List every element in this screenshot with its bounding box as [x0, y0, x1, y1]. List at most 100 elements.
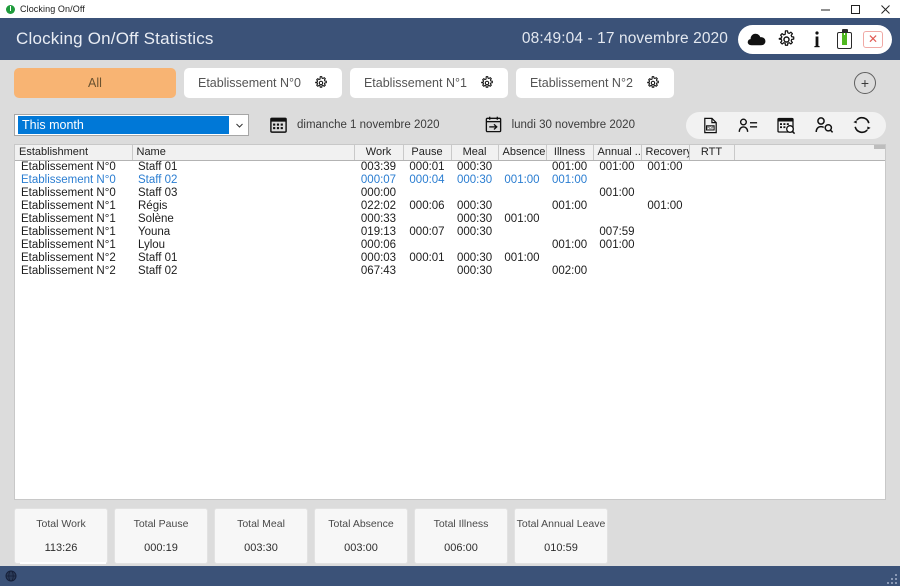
tab-all[interactable]: All: [14, 68, 176, 98]
info-icon[interactable]: [807, 30, 826, 49]
cell-meal: 000:30: [451, 174, 498, 187]
filter-toolbar: This month dimanche 1 novembre 2020: [0, 106, 900, 144]
total-label: Total Absence: [328, 518, 393, 530]
table-row[interactable]: Etablissement N°1Régis022:02000:06000:30…: [15, 200, 885, 213]
minimize-button[interactable]: [810, 0, 840, 18]
status-bar: [0, 566, 900, 586]
total-label: Total Meal: [237, 518, 285, 530]
calendar-search-icon[interactable]: [776, 115, 796, 135]
export-pdf-icon[interactable]: PDF: [700, 115, 720, 135]
gear-icon[interactable]: [777, 30, 796, 49]
cell-recovery: 001:00: [641, 200, 689, 213]
total-card-pause[interactable]: Total Pause 000:19: [114, 508, 208, 564]
table-row[interactable]: Etablissement N°2Staff 02067:43000:30002…: [15, 265, 885, 278]
column-header-absence[interactable]: Absence: [498, 145, 546, 160]
column-header-annual[interactable]: Annual ...: [593, 145, 641, 160]
period-select-value: This month: [18, 116, 229, 134]
actions-toolbar: PDF: [686, 112, 886, 139]
table-row[interactable]: Etablissement N°0Staff 02000:07000:04000…: [15, 174, 885, 187]
tab-establishment-0[interactable]: Etablissement N°0: [184, 68, 342, 98]
total-label: Total Illness: [434, 518, 489, 530]
tab-label: Etablissement N°1: [364, 76, 467, 90]
total-card-work[interactable]: Total Work 113:26: [14, 508, 108, 564]
cloud-icon[interactable]: [747, 30, 766, 49]
table-empty-area: [15, 278, 885, 500]
close-icon[interactable]: ✕: [863, 31, 883, 48]
gear-icon[interactable]: [480, 76, 494, 90]
total-card-absence[interactable]: Total Absence 003:00: [314, 508, 408, 564]
cell-pause: [403, 265, 451, 278]
cell-absence: [498, 160, 546, 174]
date-from-field[interactable]: dimanche 1 novembre 2020: [269, 115, 440, 135]
total-card-annual-leave[interactable]: Total Annual Leave 010:59: [514, 508, 608, 564]
table-row[interactable]: Etablissement N°0Staff 01003:39000:01000…: [15, 160, 885, 174]
cell-work: 000:03: [354, 252, 403, 265]
column-header-recovery[interactable]: Recovery: [641, 145, 689, 160]
tab-establishment-2[interactable]: Etablissement N°2: [516, 68, 674, 98]
table-row[interactable]: Etablissement N°1Youna019:13000:07000:30…: [15, 226, 885, 239]
cell-pause: [403, 187, 451, 200]
total-card-illness[interactable]: Total Illness 006:00: [414, 508, 508, 564]
add-establishment-button[interactable]: +: [854, 72, 876, 94]
cell-pause: [403, 239, 451, 252]
cell-blank: [734, 213, 885, 226]
period-select[interactable]: This month: [14, 114, 249, 136]
table-row[interactable]: Etablissement N°1Solène000:33000:30001:0…: [15, 213, 885, 226]
gear-icon[interactable]: [314, 76, 328, 90]
total-label: Total Work: [36, 518, 85, 530]
cell-name: Régis: [132, 200, 354, 213]
refresh-icon[interactable]: [852, 115, 872, 135]
total-card-meal[interactable]: Total Meal 003:30: [214, 508, 308, 564]
staff-list-icon[interactable]: [738, 115, 758, 135]
column-header-illness[interactable]: Illness: [546, 145, 593, 160]
cell-recovery: [641, 213, 689, 226]
table-row[interactable]: Etablissement N°1Lylou000:06001:00001:00: [15, 239, 885, 252]
power-icon: [6, 5, 15, 14]
cell-meal: [451, 239, 498, 252]
table-row[interactable]: Etablissement N°2Staff 01000:03000:01000…: [15, 252, 885, 265]
total-value: 006:00: [444, 542, 478, 554]
os-window-title: Clocking On/Off: [20, 4, 85, 14]
column-header-pause[interactable]: Pause: [403, 145, 451, 160]
total-value: 003:30: [244, 542, 278, 554]
header-action-pill: ✕: [738, 25, 892, 54]
cell-recovery: [641, 174, 689, 187]
cell-illness: 002:00: [546, 265, 593, 278]
column-header-name[interactable]: Name: [132, 145, 354, 160]
statistics-table-container[interactable]: EstablishmentNameWorkPauseMealAbsenceIll…: [14, 144, 886, 500]
cell-pause: 000:01: [403, 252, 451, 265]
calendar-icon: [269, 115, 289, 135]
total-value: 000:19: [144, 542, 178, 554]
total-value: 003:00: [344, 542, 378, 554]
cell-annual: [593, 265, 641, 278]
cell-blank: [734, 187, 885, 200]
total-label: Total Pause: [134, 518, 189, 530]
column-header-blank[interactable]: [734, 145, 885, 160]
chevron-down-icon[interactable]: [231, 123, 247, 128]
column-header-establishment[interactable]: Establishment: [15, 145, 132, 160]
cell-rtt: [689, 187, 734, 200]
cell-illness: [546, 213, 593, 226]
cell-blank: [734, 252, 885, 265]
close-window-button[interactable]: [870, 0, 900, 18]
battery-charging-icon[interactable]: [837, 29, 852, 49]
maximize-button[interactable]: [840, 0, 870, 18]
tab-establishment-1[interactable]: Etablissement N°1: [350, 68, 508, 98]
cell-work: 000:33: [354, 213, 403, 226]
cell-pause: 000:07: [403, 226, 451, 239]
column-header-meal[interactable]: Meal: [451, 145, 498, 160]
resize-grip[interactable]: [885, 572, 897, 584]
cell-meal: 000:30: [451, 200, 498, 213]
gear-icon[interactable]: [646, 76, 660, 90]
column-header-work[interactable]: Work: [354, 145, 403, 160]
person-search-icon[interactable]: [814, 115, 834, 135]
header-clock: 08:49:04 - 17 novembre 2020: [522, 30, 728, 48]
cell-annual: 001:00: [593, 239, 641, 252]
cell-annual: [593, 174, 641, 187]
table-row[interactable]: Etablissement N°0Staff 03000:00001:00: [15, 187, 885, 200]
date-to-field[interactable]: lundi 30 novembre 2020: [484, 115, 635, 135]
cell-establishment: Etablissement N°2: [15, 265, 132, 278]
vertical-scrollbar-thumb[interactable]: [874, 145, 885, 149]
cell-work: 000:06: [354, 239, 403, 252]
column-header-rtt[interactable]: RTT: [689, 145, 734, 160]
